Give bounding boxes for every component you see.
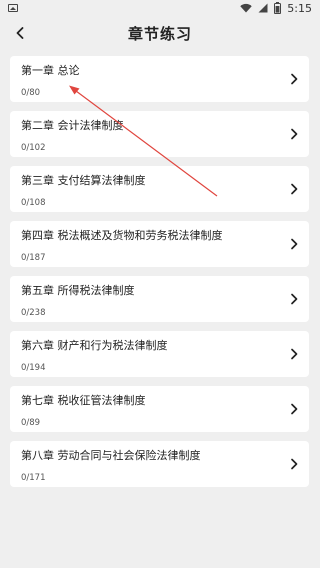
wifi-icon bbox=[240, 3, 252, 13]
chevron-right-icon bbox=[291, 458, 298, 470]
chapter-item-7[interactable]: 第七章 税收征管法律制度 0/89 bbox=[10, 386, 309, 432]
chapter-title: 第六章 财产和行为税法律制度 bbox=[21, 339, 168, 352]
chevron-right-icon bbox=[291, 238, 298, 250]
chevron-right-icon bbox=[291, 73, 298, 85]
chapter-title: 第一章 总论 bbox=[21, 64, 80, 77]
chapter-progress: 0/80 bbox=[21, 88, 41, 98]
chapter-item-3[interactable]: 第三章 支付结算法律制度 0/108 bbox=[10, 166, 309, 212]
back-button[interactable] bbox=[10, 16, 30, 50]
chapter-progress: 0/89 bbox=[21, 418, 41, 428]
status-bar: 5:15 bbox=[0, 0, 320, 16]
chapter-item-5[interactable]: 第五章 所得税法律制度 0/238 bbox=[10, 276, 309, 322]
page-title: 章节练习 bbox=[127, 24, 192, 43]
chapter-title: 第三章 支付结算法律制度 bbox=[21, 174, 146, 187]
chapter-progress: 0/171 bbox=[21, 473, 46, 483]
chapter-title: 第二章 会计法律制度 bbox=[21, 119, 124, 132]
chapter-title: 第七章 税收征管法律制度 bbox=[21, 394, 146, 407]
signal-icon bbox=[258, 3, 268, 13]
chapter-title: 第五章 所得税法律制度 bbox=[21, 284, 135, 297]
status-right: 5:15 bbox=[240, 2, 312, 15]
chapter-title: 第八章 劳动合同与社会保险法律制度 bbox=[21, 449, 201, 462]
chevron-right-icon bbox=[291, 403, 298, 415]
chevron-right-icon bbox=[291, 348, 298, 360]
image-icon bbox=[8, 4, 18, 12]
chapter-item-4[interactable]: 第四章 税法概述及货物和劳务税法律制度 0/187 bbox=[10, 221, 309, 267]
chapter-item-6[interactable]: 第六章 财产和行为税法律制度 0/194 bbox=[10, 331, 309, 377]
chapter-item-2[interactable]: 第二章 会计法律制度 0/102 bbox=[10, 111, 309, 157]
chapter-progress: 0/238 bbox=[21, 308, 46, 318]
chapter-item-1[interactable]: 第一章 总论 0/80 bbox=[10, 56, 309, 102]
chapter-progress: 0/187 bbox=[21, 253, 46, 263]
battery-icon bbox=[274, 2, 282, 14]
status-time: 5:15 bbox=[287, 1, 312, 15]
chapter-progress: 0/194 bbox=[21, 363, 46, 373]
chapter-progress: 0/102 bbox=[21, 143, 46, 153]
chevron-left-icon bbox=[16, 27, 24, 39]
chapter-list: 第一章 总论 0/80 第二章 会计法律制度 0/102 第三章 支付结算法律制… bbox=[10, 56, 309, 496]
chapter-title: 第四章 税法概述及货物和劳务税法律制度 bbox=[21, 229, 223, 242]
chapter-progress: 0/108 bbox=[21, 198, 46, 208]
chapter-item-8[interactable]: 第八章 劳动合同与社会保险法律制度 0/171 bbox=[10, 441, 309, 487]
header: 章节练习 bbox=[0, 16, 320, 50]
chevron-right-icon bbox=[291, 128, 298, 140]
chevron-right-icon bbox=[291, 293, 298, 305]
chevron-right-icon bbox=[291, 183, 298, 195]
status-left bbox=[8, 4, 18, 12]
